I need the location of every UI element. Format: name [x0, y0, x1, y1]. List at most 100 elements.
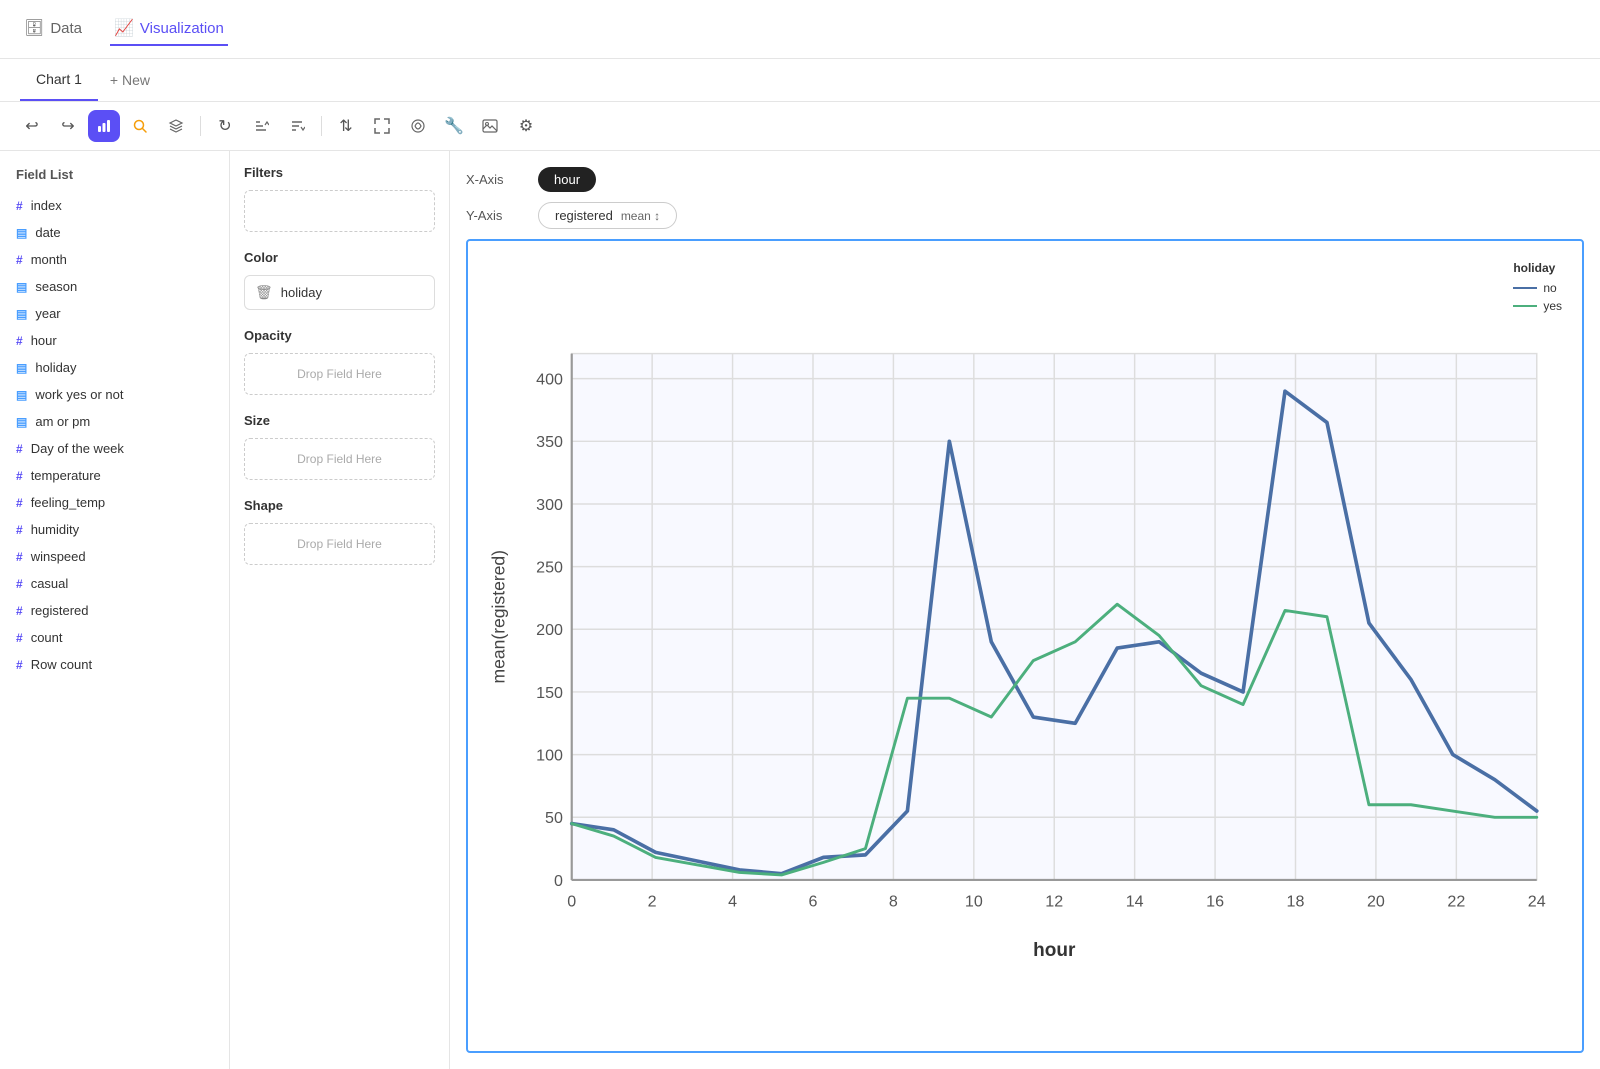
- expand-button[interactable]: [366, 110, 398, 142]
- trash-icon[interactable]: 🗑: [255, 284, 273, 301]
- xaxis-value[interactable]: hour: [538, 167, 596, 192]
- redo-button[interactable]: ↪: [52, 110, 84, 142]
- layers-icon: [168, 118, 184, 134]
- field-item-year[interactable]: ▤ year: [0, 300, 229, 327]
- field-item-holiday[interactable]: ▤ holiday: [0, 354, 229, 381]
- svg-text:400: 400: [536, 370, 563, 388]
- field-item-index[interactable]: # index: [0, 192, 229, 219]
- search-icon: [132, 118, 148, 134]
- yaxis-label: Y-Axis: [466, 208, 526, 223]
- refresh-button[interactable]: ↻: [209, 110, 241, 142]
- top-nav: 🗄 Data 📈 Visualization: [0, 0, 1600, 59]
- svg-text:50: 50: [545, 809, 563, 827]
- field-label-dow: Day of the week: [31, 441, 124, 456]
- transform-button[interactable]: [402, 110, 434, 142]
- size-drop-zone[interactable]: Drop Field Here: [244, 438, 435, 480]
- categorical-icon: ▤: [16, 226, 27, 240]
- chart-type-icon: [96, 118, 112, 134]
- field-label-index: index: [31, 198, 62, 213]
- wrench-button[interactable]: 🔧: [438, 110, 470, 142]
- image-button[interactable]: [474, 110, 506, 142]
- legend-item-yes: yes: [1513, 299, 1562, 313]
- updown-button[interactable]: ⇅: [330, 110, 362, 142]
- field-item-temperature[interactable]: # temperature: [0, 462, 229, 489]
- color-value: holiday: [281, 285, 322, 300]
- size-drop-hint: Drop Field Here: [297, 452, 382, 466]
- shape-section: Shape Drop Field Here: [244, 498, 435, 565]
- field-item-date[interactable]: ▤ date: [0, 219, 229, 246]
- legend-item-no: no: [1513, 281, 1562, 295]
- field-label-temp: temperature: [31, 468, 101, 483]
- tab-visualization[interactable]: 📈 Visualization: [110, 12, 228, 46]
- svg-text:mean(registered): mean(registered): [488, 550, 508, 684]
- svg-text:14: 14: [1126, 892, 1144, 910]
- field-label-winspeed: winspeed: [31, 549, 86, 564]
- new-tab-button[interactable]: + New: [98, 60, 162, 100]
- search-button[interactable]: [124, 110, 156, 142]
- field-item-work-yes-or-not[interactable]: ▤ work yes or not: [0, 381, 229, 408]
- field-item-registered[interactable]: # registered: [0, 597, 229, 624]
- svg-text:18: 18: [1287, 892, 1305, 910]
- xaxis-label: X-Axis: [466, 172, 526, 187]
- opacity-drop-zone[interactable]: Drop Field Here: [244, 353, 435, 395]
- yaxis-value[interactable]: registered mean ↕: [538, 202, 677, 229]
- numeric-icon: #: [16, 658, 23, 672]
- color-badge[interactable]: 🗑 holiday: [244, 275, 435, 310]
- numeric-icon: #: [16, 604, 23, 618]
- legend-line-no: [1513, 287, 1537, 289]
- field-label-ampm: am or pm: [35, 414, 90, 429]
- field-label-month: month: [31, 252, 67, 267]
- sort-asc-icon: [253, 118, 269, 134]
- field-item-winspeed[interactable]: # winspeed: [0, 543, 229, 570]
- svg-text:0: 0: [554, 872, 563, 890]
- field-item-row-count[interactable]: # Row count: [0, 651, 229, 678]
- tab-visualization-label: Visualization: [140, 20, 224, 37]
- chart-container: holiday no yes 0501001502002503003504000…: [466, 239, 1584, 1053]
- svg-text:6: 6: [809, 892, 818, 910]
- shape-drop-zone[interactable]: Drop Field Here: [244, 523, 435, 565]
- color-title: Color: [244, 250, 435, 265]
- field-item-casual[interactable]: # casual: [0, 570, 229, 597]
- field-item-day-of-week[interactable]: # Day of the week: [0, 435, 229, 462]
- chart-legend: holiday no yes: [1513, 261, 1562, 317]
- filters-title: Filters: [244, 165, 435, 180]
- svg-text:100: 100: [536, 746, 563, 764]
- svg-text:150: 150: [536, 684, 563, 702]
- chart-type-button[interactable]: [88, 110, 120, 142]
- svg-text:4: 4: [728, 892, 737, 910]
- field-label-row-count: Row count: [31, 657, 92, 672]
- tab-data[interactable]: 🗄 Data: [20, 12, 86, 46]
- field-item-am-or-pm[interactable]: ▤ am or pm: [0, 408, 229, 435]
- field-item-humidity[interactable]: # humidity: [0, 516, 229, 543]
- field-item-season[interactable]: ▤ season: [0, 273, 229, 300]
- undo-button[interactable]: ↩: [16, 110, 48, 142]
- field-item-month[interactable]: # month: [0, 246, 229, 273]
- visualization-icon: 📈: [114, 18, 134, 38]
- field-label-humidity: humidity: [31, 522, 79, 537]
- settings-button[interactable]: ⚙: [510, 110, 542, 142]
- svg-text:10: 10: [965, 892, 983, 910]
- categorical-icon: ▤: [16, 280, 27, 294]
- filters-drop-zone[interactable]: [244, 190, 435, 232]
- chart-area: X-Axis hour Y-Axis registered mean ↕ hol…: [450, 151, 1600, 1069]
- yaxis-agg: mean ↕: [621, 209, 660, 223]
- layers-button[interactable]: [160, 110, 192, 142]
- opacity-drop-hint: Drop Field Here: [297, 367, 382, 381]
- svg-text:2: 2: [648, 892, 657, 910]
- legend-label-no: no: [1543, 281, 1556, 295]
- divider-1: [200, 116, 201, 136]
- chart-tab-1[interactable]: Chart 1: [20, 59, 98, 101]
- sort-desc-button[interactable]: [281, 110, 313, 142]
- size-title: Size: [244, 413, 435, 428]
- sort-asc-button[interactable]: [245, 110, 277, 142]
- divider-2: [321, 116, 322, 136]
- numeric-icon: #: [16, 496, 23, 510]
- main-layout: Field List # index ▤ date # month ▤ seas…: [0, 151, 1600, 1069]
- numeric-icon: #: [16, 631, 23, 645]
- svg-text:300: 300: [536, 496, 563, 514]
- field-item-hour[interactable]: # hour: [0, 327, 229, 354]
- field-item-count[interactable]: # count: [0, 624, 229, 651]
- tab-data-label: Data: [50, 20, 82, 37]
- field-item-feeling-temp[interactable]: # feeling_temp: [0, 489, 229, 516]
- numeric-icon: #: [16, 469, 23, 483]
